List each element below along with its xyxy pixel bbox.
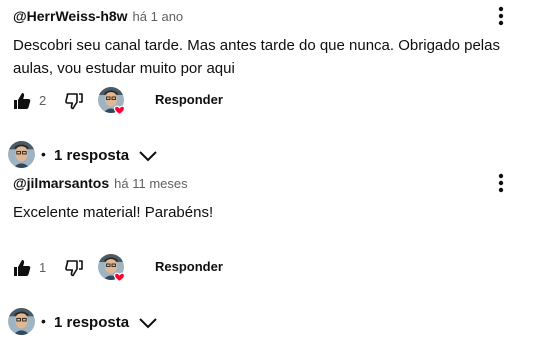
like-count: 2 xyxy=(39,93,47,108)
thumbs-up-icon[interactable] xyxy=(12,259,32,277)
separator-dot: • xyxy=(41,146,46,162)
comment-author[interactable]: @HerrWeiss-h8w xyxy=(13,8,128,24)
chevron-down-icon[interactable] xyxy=(137,147,159,165)
comment-header: @jilmarsantos há 11 meses xyxy=(13,175,188,193)
thumbs-down-icon[interactable] xyxy=(64,92,84,110)
comment-header: @HerrWeiss-h8w há 1 ano xyxy=(13,8,183,26)
comment-time[interactable]: há 11 meses xyxy=(114,176,187,191)
comment-author[interactable]: @jilmarsantos xyxy=(13,175,109,191)
reply-button[interactable]: Responder xyxy=(147,92,231,107)
replies-toggle[interactable]: • 1 resposta xyxy=(0,308,546,338)
replies-toggle[interactable]: • 1 resposta xyxy=(0,141,546,171)
comment-text: Excelente material! Parabéns! xyxy=(13,204,214,221)
thumbs-down-icon[interactable] xyxy=(64,259,84,277)
chevron-down-icon[interactable] xyxy=(137,314,159,332)
replies-count[interactable]: 1 resposta xyxy=(54,147,129,164)
creator-heart-icon xyxy=(98,87,128,117)
more-vert-icon[interactable] xyxy=(491,172,511,194)
comment-time[interactable]: há 1 ano xyxy=(133,9,184,24)
comment-text: Descobri seu canal tarde. Mas antes tard… xyxy=(13,37,500,77)
separator-dot: • xyxy=(41,313,46,329)
like-count: 1 xyxy=(39,260,47,275)
reply-button[interactable]: Responder xyxy=(147,259,231,274)
avatar xyxy=(8,141,35,168)
more-vert-icon[interactable] xyxy=(491,5,511,27)
comment-actions: 2 Responder xyxy=(0,87,546,117)
thumbs-up-icon[interactable] xyxy=(12,92,32,110)
replies-count[interactable]: 1 resposta xyxy=(54,314,129,331)
avatar xyxy=(8,308,35,335)
creator-heart-icon xyxy=(98,254,128,284)
comment-actions: 1 Responder xyxy=(0,254,546,284)
